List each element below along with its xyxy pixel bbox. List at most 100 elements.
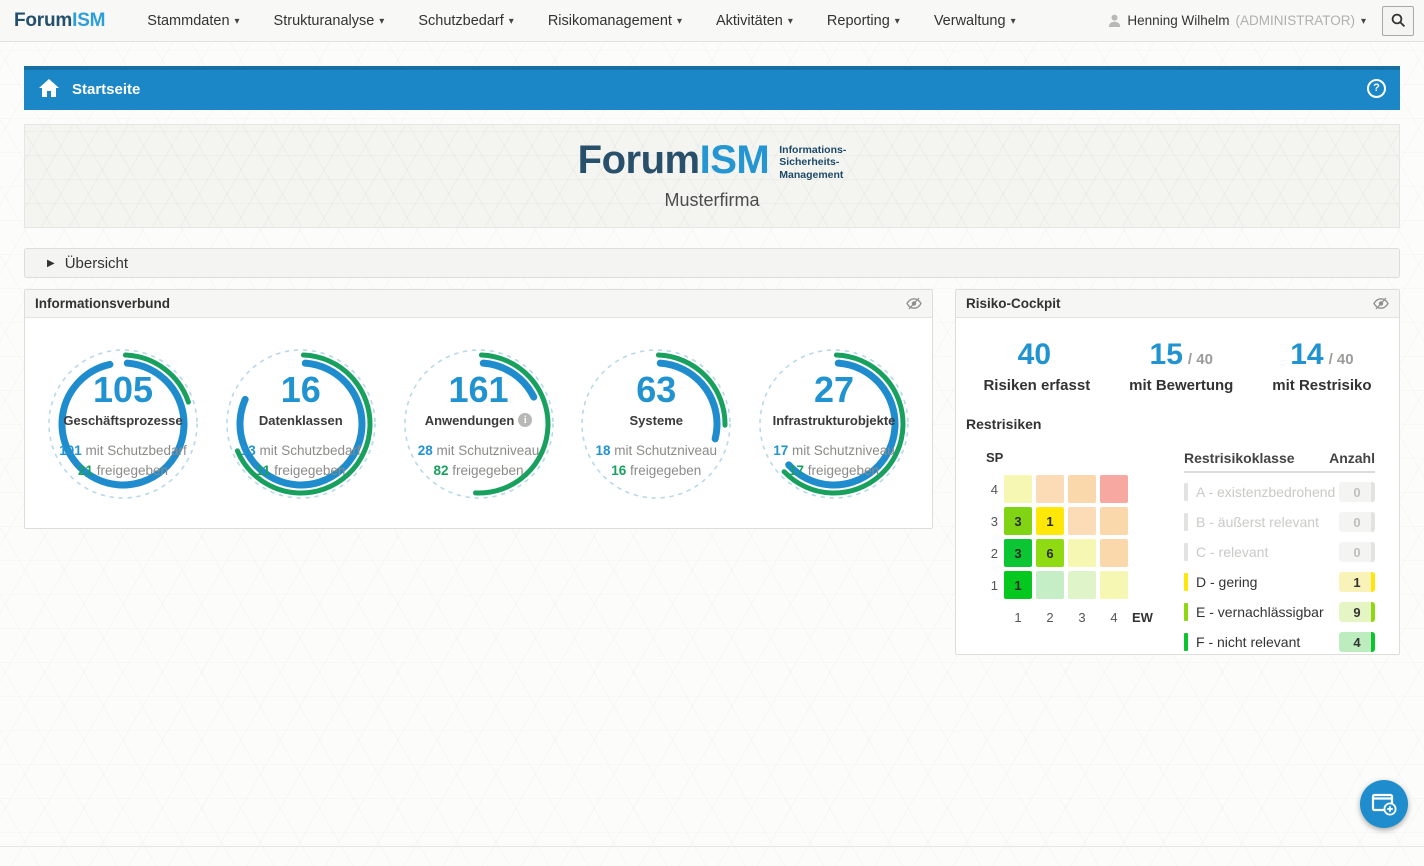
chevron-down-icon: ▾ — [677, 16, 682, 27]
matrix-row-label: 3 — [984, 514, 1000, 529]
donut-infrastrukturobjekte[interactable]: 27 Infrastrukturobjekte 17 mit Schutzniv… — [754, 344, 914, 504]
restrisiko-table-header: Restrisikoklasse Anzahl — [1184, 450, 1375, 473]
chevron-down-icon: ▾ — [509, 16, 514, 27]
donut-sub-released: 11 freigegeben — [241, 461, 361, 481]
visibility-toggle-button[interactable] — [906, 297, 922, 310]
app-logo-part1: Forum — [14, 10, 72, 31]
menu-strukturanalyse[interactable]: Strukturanalyse▾ — [274, 13, 385, 29]
table-row-class-f: F - nicht relevant 4 — [1184, 627, 1375, 657]
chevron-down-icon: ▾ — [235, 16, 240, 27]
donut-sub-label: freigegeben — [452, 463, 523, 478]
user-icon — [1108, 14, 1121, 28]
donut-sub-value: 13 — [241, 443, 256, 458]
donut-sub-label: mit Schutzbedarf — [260, 443, 361, 458]
table-row-class-d: D - gering 1 — [1184, 567, 1375, 597]
stat-value: 40 — [1018, 340, 1051, 370]
donut-geschaeftsprozesse[interactable]: 105 Geschäftsprozesse 101 mit Schutzbeda… — [43, 344, 203, 504]
donut-row: 105 Geschäftsprozesse 101 mit Schutzbeda… — [25, 318, 932, 504]
overview-collapse-bar[interactable]: ▶ Übersicht — [24, 248, 1400, 278]
add-window-fab-button[interactable] — [1360, 780, 1408, 828]
donut-label-text: Systeme — [630, 413, 683, 428]
class-color-bar — [1184, 483, 1188, 501]
tagline-line: Informations- — [779, 144, 846, 157]
donut-sub-label: freigegeben — [97, 463, 168, 478]
count-badge: 0 — [1339, 542, 1375, 562]
donut-sub-released: 17 freigegeben — [773, 461, 895, 481]
menu-verwaltung[interactable]: Verwaltung▾ — [934, 13, 1016, 29]
class-label: F - nicht relevant — [1196, 634, 1300, 650]
risk-matrix: SP 4331236111234EW — [966, 450, 1158, 657]
donut-sub-value: 17 — [773, 443, 788, 458]
menu-risikomanagement[interactable]: Risikomanagement ▾ — [548, 13, 682, 29]
donut-content: 161 Anwendungeni 28 mit Schutzniveau 82 … — [399, 344, 559, 504]
menu-reporting[interactable]: Reporting▾ — [827, 13, 900, 29]
donut-subs: 28 mit Schutzniveau 82 freigegeben — [418, 441, 540, 480]
matrix-cell — [1036, 475, 1064, 503]
matrix-col-label: 4 — [1100, 610, 1128, 625]
stat-risiken-erfasst: 40 Risiken erfasst — [983, 340, 1090, 394]
donut-content: 27 Infrastrukturobjekte 17 mit Schutzniv… — [754, 344, 914, 504]
class-label: C - relevant — [1196, 544, 1268, 560]
menu-schutzbedarf[interactable]: Schutzbedarf▾ — [418, 13, 513, 29]
menu-aktivitaeten[interactable]: Aktivitäten▾ — [716, 13, 793, 29]
count-badge: 0 — [1339, 482, 1375, 502]
matrix-cell — [1068, 571, 1096, 599]
stat-total: / 40 — [1329, 351, 1354, 368]
donut-sub-label: freigegeben — [630, 463, 701, 478]
restrisiken-title: Restrisiken — [966, 416, 1389, 432]
chevron-down-icon: ▾ — [788, 16, 793, 27]
chevron-down-icon: ▾ — [1011, 16, 1016, 27]
table-row-class-a: A - existenzbedrohend 0 — [1184, 477, 1375, 507]
count-badge: 4 — [1339, 632, 1375, 652]
class-color-bar — [1184, 513, 1188, 531]
info-icon[interactable]: i — [518, 413, 532, 427]
matrix-x-axis-label: EW — [1132, 610, 1158, 625]
donut-subs: 17 mit Schutzniveau 17 freigegeben — [773, 441, 895, 480]
donut-sub-value: 18 — [595, 443, 610, 458]
help-icon: ? — [1373, 82, 1380, 94]
risiko-cockpit-panel: Risiko-Cockpit 40 Risiken erfasst 15/ 40… — [955, 289, 1400, 655]
donut-label: Anwendungeni — [425, 413, 533, 428]
home-icon — [38, 78, 60, 98]
stat-mit-bewertung: 15/ 40 mit Bewertung — [1129, 340, 1233, 394]
stat-label: mit Restrisiko — [1272, 377, 1371, 394]
class-color-bar — [1184, 543, 1188, 561]
tagline-line: Management — [779, 169, 846, 182]
help-button[interactable]: ? — [1367, 79, 1386, 98]
user-menu[interactable]: Henning Wilhelm (ADMINISTRATOR) ▾ — [1108, 13, 1382, 28]
main-menu: Stammdaten▾ Strukturanalyse▾ Schutzbedar… — [147, 13, 1015, 29]
class-label: A - existenzbedrohend — [1196, 484, 1335, 500]
menu-stammdaten[interactable]: Stammdaten▾ — [147, 13, 239, 29]
tagline-line: Sicherheits- — [779, 156, 846, 169]
donut-sub-protection: 18 mit Schutzniveau — [595, 441, 717, 461]
app-logo[interactable]: ForumISM — [14, 10, 105, 32]
count-badge: 9 — [1339, 602, 1375, 622]
banner-wordmark: ForumISM — [578, 141, 770, 179]
donut-sub-released: 21 freigegeben — [59, 461, 187, 481]
matrix-row-label: 4 — [984, 482, 1000, 497]
app-banner: ForumISM Informations- Sicherheits- Mana… — [24, 124, 1400, 228]
donut-sub-label: mit Schutzniveau — [436, 443, 539, 458]
breadcrumb-home-link[interactable]: Startseite — [38, 78, 140, 98]
user-role: (ADMINISTRATOR) — [1235, 13, 1355, 28]
donut-content: 16 Datenklassen 13 mit Schutzbedarf 11 f… — [221, 344, 381, 504]
banner-logo: ForumISM Informations- Sicherheits- Mana… — [578, 141, 847, 182]
donut-sub-protection: 101 mit Schutzbedarf — [59, 441, 187, 461]
donut-datenklassen[interactable]: 16 Datenklassen 13 mit Schutzbedarf 11 f… — [221, 344, 381, 504]
matrix-cell — [1068, 507, 1096, 535]
visibility-toggle-button[interactable] — [1373, 297, 1389, 310]
panel-title: Risiko-Cockpit — [966, 296, 1061, 311]
banner-wordmark-part2: ISM — [700, 138, 770, 182]
donut-value: 105 — [93, 372, 153, 408]
matrix-cell — [1100, 571, 1128, 599]
search-button[interactable] — [1382, 6, 1414, 36]
app-logo-part2: ISM — [72, 10, 105, 31]
banner-tagline: Informations- Sicherheits- Management — [779, 141, 846, 182]
menu-label: Risikomanagement — [548, 13, 672, 29]
column-header-class: Restrisikoklasse — [1184, 450, 1295, 466]
donut-systeme[interactable]: 63 Systeme 18 mit Schutzniveau 16 freige… — [576, 344, 736, 504]
chevron-down-icon: ▾ — [379, 16, 384, 27]
donut-value: 161 — [448, 372, 508, 408]
donut-anwendungen[interactable]: 161 Anwendungeni 28 mit Schutzniveau 82 … — [399, 344, 559, 504]
collapse-triangle-icon: ▶ — [47, 258, 55, 269]
